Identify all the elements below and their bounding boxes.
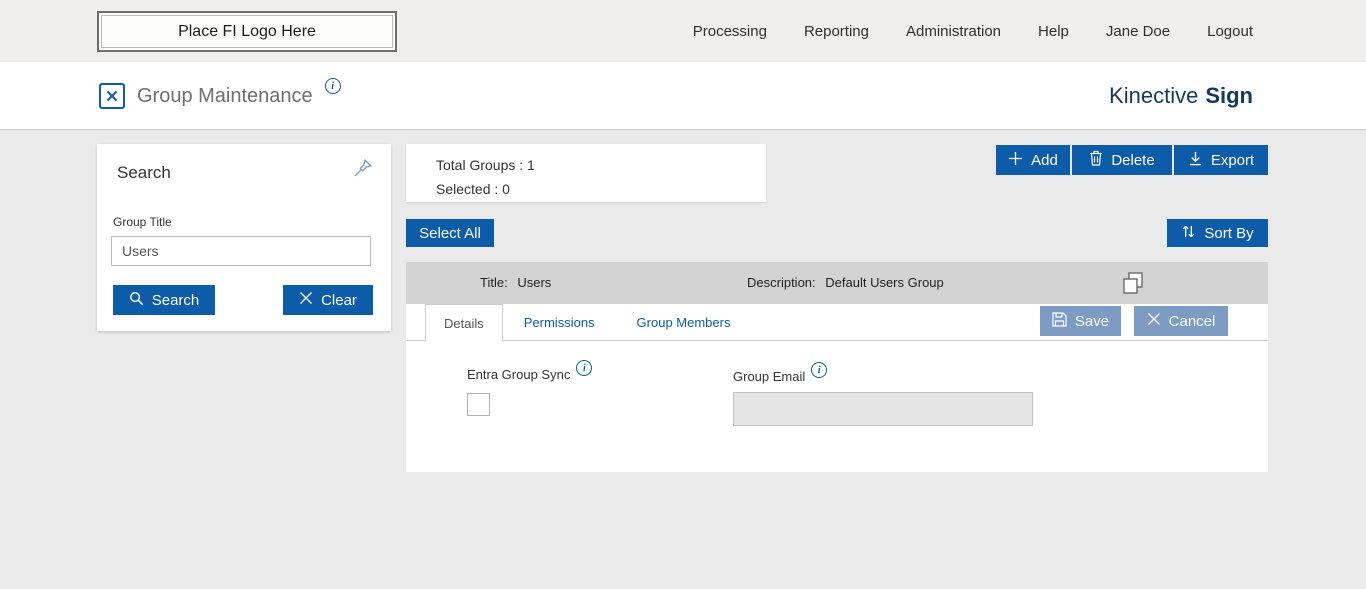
- brand-logo: Kinective Sign: [1109, 62, 1253, 130]
- trash-icon: [1089, 150, 1103, 170]
- cancel-x-icon: [1147, 312, 1161, 330]
- page-title-group: Group Maintenance: [99, 62, 341, 130]
- tab-details[interactable]: Details: [425, 304, 503, 342]
- clear-button-label: Clear: [321, 291, 357, 309]
- group-email-label-row: Group Email: [733, 362, 828, 384]
- entra-info-icon[interactable]: [576, 360, 593, 376]
- groups-summary: Total Groups : 1 Selected : 0: [406, 144, 766, 202]
- delete-button[interactable]: Delete: [1072, 145, 1172, 175]
- detail-actions: Save Cancel: [1040, 306, 1228, 336]
- nav-logout[interactable]: Logout: [1207, 23, 1253, 40]
- brand-first: Kinective: [1109, 83, 1199, 108]
- group-detail-panel: Details Permissions Group Members Save C…: [406, 304, 1268, 472]
- group-row[interactable]: Title: Users Description: Default Users …: [406, 262, 1268, 304]
- group-title-input[interactable]: [111, 236, 371, 266]
- download-icon: [1188, 151, 1203, 170]
- save-button-label: Save: [1074, 312, 1110, 330]
- group-description-value: Default Users Group: [825, 275, 944, 290]
- add-button[interactable]: Add: [996, 145, 1070, 175]
- brand-second: Sign: [1205, 83, 1253, 108]
- nav-administration[interactable]: Administration: [906, 23, 1001, 40]
- page-info-icon[interactable]: [324, 78, 341, 94]
- clear-x-icon: [299, 291, 313, 309]
- nav-reporting[interactable]: Reporting: [804, 23, 869, 40]
- top-bar: Place FI Logo Here Processing Reporting …: [0, 0, 1366, 62]
- pin-icon[interactable]: [352, 157, 374, 179]
- top-nav: Processing Reporting Administration Help…: [693, 0, 1253, 62]
- cancel-button-label: Cancel: [1168, 312, 1216, 330]
- group-row-title: Title: Users: [480, 275, 551, 290]
- group-email-info-icon[interactable]: [811, 362, 828, 378]
- fi-logo-placeholder: Place FI Logo Here: [97, 11, 397, 52]
- nav-user-menu[interactable]: Jane Doe: [1106, 23, 1170, 40]
- entra-group-sync-label: Entra Group Sync: [467, 366, 571, 382]
- sort-by-button[interactable]: Sort By: [1167, 219, 1268, 247]
- sort-by-label: Sort By: [1204, 224, 1254, 242]
- plus-icon: [1008, 151, 1023, 170]
- group-actions-toolbar: Add Delete Export: [996, 145, 1268, 175]
- tab-permissions[interactable]: Permissions: [503, 304, 616, 341]
- delete-button-label: Delete: [1111, 151, 1155, 169]
- selected-count-text: Selected : 0: [436, 181, 510, 197]
- search-button-label: Search: [151, 291, 200, 309]
- total-groups-text: Total Groups : 1: [436, 157, 535, 173]
- cancel-button[interactable]: Cancel: [1134, 306, 1228, 336]
- search-icon: [129, 291, 144, 310]
- group-title-field-label: Title:: [480, 275, 508, 290]
- title-bar: Group Maintenance KinectiveSign: [0, 62, 1366, 130]
- nav-help[interactable]: Help: [1038, 23, 1069, 40]
- group-title-value: Users: [517, 275, 552, 290]
- export-button-label: Export: [1210, 151, 1255, 169]
- group-email-label: Group Email: [733, 368, 806, 384]
- group-maintenance-icon: [99, 83, 125, 109]
- search-button[interactable]: Search: [113, 285, 215, 315]
- clear-button[interactable]: Clear: [283, 285, 373, 315]
- search-panel-title: Search: [117, 163, 171, 182]
- group-description-label: Description:: [747, 275, 816, 290]
- entra-group-sync-label-row: Entra Group Sync: [467, 360, 593, 382]
- group-row-description: Description: Default Users Group: [747, 275, 944, 290]
- select-all-button[interactable]: Select All: [406, 219, 494, 247]
- entra-group-sync-checkbox[interactable]: [467, 393, 490, 416]
- select-all-label: Select All: [419, 224, 481, 242]
- copy-icon[interactable]: [1123, 272, 1143, 294]
- tab-group-members[interactable]: Group Members: [616, 304, 752, 341]
- page-title: Group Maintenance: [137, 84, 313, 107]
- group-email-input: [733, 392, 1033, 426]
- save-button[interactable]: Save: [1040, 306, 1121, 336]
- search-panel: Search Group Title Search Clear: [97, 144, 391, 331]
- sort-icon: [1181, 224, 1196, 243]
- save-floppy-icon: [1052, 311, 1067, 331]
- add-button-label: Add: [1031, 151, 1058, 169]
- export-button[interactable]: Export: [1174, 145, 1268, 175]
- group-title-label: Group Title: [113, 215, 172, 229]
- nav-processing[interactable]: Processing: [693, 23, 767, 40]
- fi-logo-text: Place FI Logo Here: [178, 22, 316, 40]
